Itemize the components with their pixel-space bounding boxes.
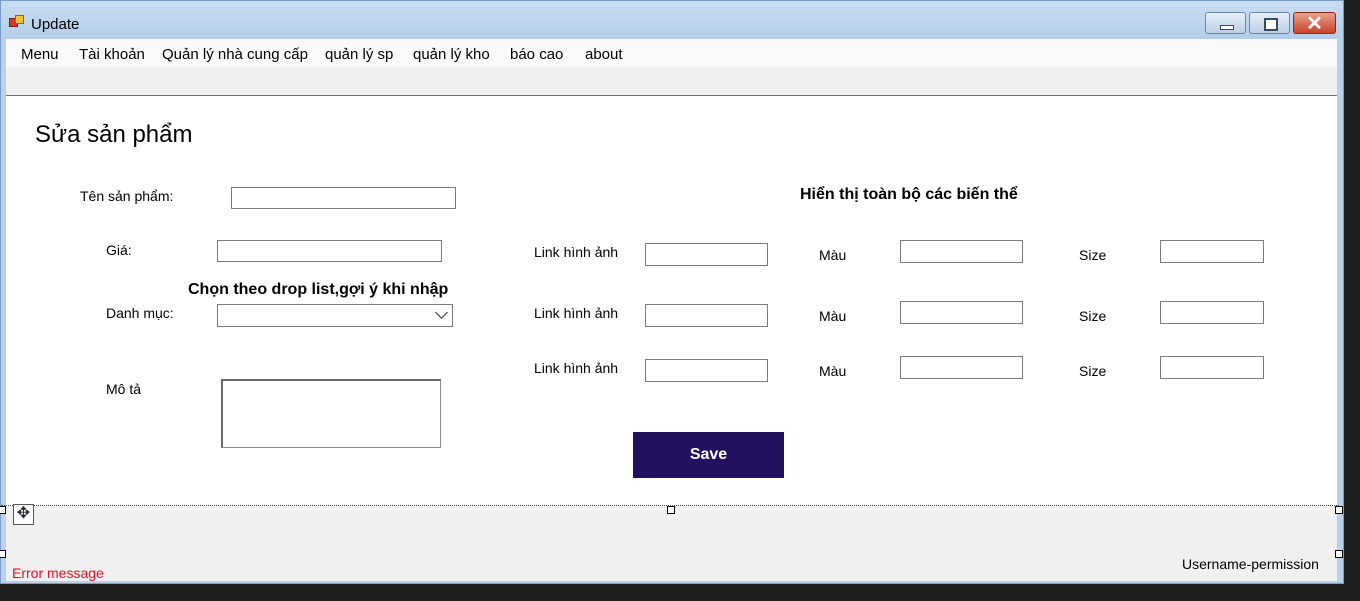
maximize-button[interactable]: [1249, 12, 1290, 34]
category-dropdown[interactable]: [217, 304, 453, 327]
menu-item-menu[interactable]: Menu: [21, 46, 59, 63]
variant-image-input[interactable]: [645, 359, 768, 382]
status-panel: [6, 506, 1337, 581]
variant-image-input[interactable]: [645, 243, 768, 266]
menu-item-product[interactable]: quản lý sp: [325, 46, 393, 63]
variant-size-label: Size: [1079, 247, 1107, 263]
tool-strip: [6, 67, 1337, 96]
variant-size-input[interactable]: [1160, 240, 1264, 263]
menu-item-account[interactable]: Tài khoản: [79, 46, 145, 63]
variant-color-label: Màu: [819, 363, 847, 379]
variants-heading: Hiển thị toàn bộ các biến thể: [800, 186, 1018, 203]
save-button[interactable]: Save: [633, 432, 784, 478]
variant-image-label: Link hình ảnh: [534, 305, 619, 321]
minimize-icon: [1220, 25, 1234, 30]
move-handle-icon[interactable]: ✥: [13, 504, 34, 525]
page-title: Sửa sản phẩm: [35, 121, 193, 148]
product-name-input[interactable]: [231, 187, 456, 209]
category-hint: Chọn theo drop list,gợi ý khi nhập: [188, 281, 449, 298]
price-input[interactable]: [217, 240, 442, 262]
menu-item-report[interactable]: báo cao: [510, 46, 563, 63]
user-permission-label: Username-permission: [1182, 556, 1319, 572]
variant-color-label: Màu: [819, 308, 847, 324]
variant-size-input[interactable]: [1160, 301, 1264, 324]
menu-bar: Menu Tài khoản Quản lý nhà cung cấp quản…: [6, 39, 1337, 67]
resize-handle[interactable]: [0, 506, 6, 514]
variant-image-label: Link hình ảnh: [534, 244, 619, 260]
menu-item-supplier[interactable]: Quản lý nhà cung cấp: [162, 46, 308, 63]
menu-item-about[interactable]: about: [585, 46, 623, 63]
description-label: Mô tả: [106, 381, 142, 397]
variant-size-input[interactable]: [1160, 356, 1264, 379]
description-textarea[interactable]: [221, 379, 441, 448]
variant-image-label: Link hình ảnh: [534, 360, 619, 376]
maximize-icon: [1264, 18, 1278, 31]
variant-color-input[interactable]: [900, 301, 1023, 324]
chevron-down-icon: [435, 306, 448, 319]
resize-handle[interactable]: [667, 506, 675, 514]
variant-color-input[interactable]: [900, 356, 1023, 379]
app-icon: [9, 15, 24, 27]
window-title: Update: [31, 16, 80, 33]
variant-image-input[interactable]: [645, 304, 768, 327]
product-name-label: Tên sản phẩm:: [80, 188, 174, 204]
close-icon: ✕: [1306, 13, 1323, 35]
variant-size-label: Size: [1079, 363, 1107, 379]
error-message: Error message: [12, 565, 104, 581]
price-label: Giá:: [106, 242, 132, 258]
title-bar[interactable]: Update ✕: [1, 1, 1343, 39]
minimize-button[interactable]: [1205, 12, 1246, 34]
close-button[interactable]: ✕: [1293, 12, 1336, 35]
menu-item-warehouse[interactable]: quản lý kho: [413, 46, 490, 63]
resize-handle[interactable]: [0, 550, 6, 558]
variant-color-label: Màu: [819, 247, 847, 263]
resize-handle[interactable]: [1335, 506, 1343, 514]
variant-size-label: Size: [1079, 308, 1107, 324]
app-window: Update ✕ Menu Tài khoản Quản lý nhà cung…: [0, 0, 1344, 584]
edit-product-panel: Sửa sản phẩm Tên sản phẩm: Giá: Chọn the…: [6, 96, 1337, 506]
variant-color-input[interactable]: [900, 240, 1023, 263]
category-label: Danh mục:: [106, 305, 174, 321]
resize-handle[interactable]: [1335, 550, 1343, 558]
